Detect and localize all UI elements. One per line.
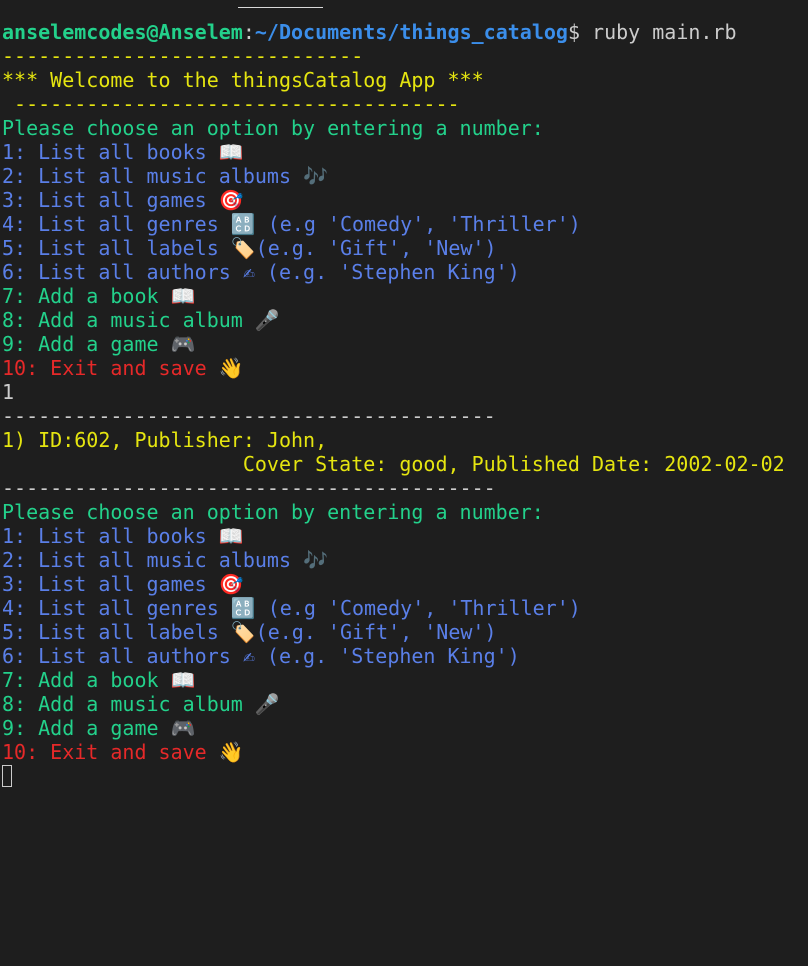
prompt-separator: :	[242, 20, 255, 44]
divider-result-bottom: ----------------------------------------…	[2, 476, 496, 500]
divider-top: ------------------------------	[2, 44, 364, 68]
command-prompt-line: anselemcodes@Anselem:~/Documents/things_…	[2, 20, 808, 44]
menu-item-list-albums: 2: List all music albums 🎶	[2, 548, 328, 572]
menu-item-list-authors: 6: List all authors ✍ (e.g. 'Stephen Kin…	[2, 260, 520, 284]
menu-item-exit: 10: Exit and save 👋	[2, 740, 244, 764]
menu-item-list-genres: 4: List all genres 🔠 (e.g 'Comedy', 'Thr…	[2, 212, 581, 236]
result-line-2: Cover State: good, Published Date: 2002-…	[2, 452, 785, 476]
menu-item-add-book: 7: Add a book 📖	[2, 284, 196, 308]
menu-item-add-album: 8: Add a music album 🎤	[2, 692, 280, 716]
result-line-1: 1) ID:602, Publisher: John,	[2, 428, 328, 452]
divider-welcome: -------------------------------------	[2, 92, 460, 116]
menu-item-add-game: 9: Add a game 🎮	[2, 332, 196, 356]
prompt-path: ~/Documents/things_catalog	[254, 20, 568, 44]
menu-item-exit: 10: Exit and save 👋	[2, 356, 244, 380]
menu-item-list-genres: 4: List all genres 🔠 (e.g 'Comedy', 'Thr…	[2, 596, 581, 620]
prompt-symbol: $	[567, 20, 593, 44]
menu-item-list-albums: 2: List all music albums 🎶	[2, 164, 328, 188]
menu-item-list-books: 1: List all books 📖	[2, 140, 244, 164]
divider-result-top: ----------------------------------------…	[2, 404, 496, 428]
prompt-command: ruby main.rb	[592, 20, 737, 44]
menu-item-add-game: 9: Add a game 🎮	[2, 716, 196, 740]
menu-block-1: Please choose an option by entering a nu…	[2, 116, 808, 380]
input-line[interactable]	[2, 764, 808, 788]
menu-item-list-authors: 6: List all authors ✍ (e.g. 'Stephen Kin…	[2, 644, 520, 668]
menu-item-list-labels: 5: List all labels 🏷️(e.g. 'Gift', 'New'…	[2, 620, 497, 644]
menu-item-add-book: 7: Add a book 📖	[2, 668, 196, 692]
menu-item-list-labels: 5: List all labels 🏷️(e.g. 'Gift', 'New'…	[2, 236, 497, 260]
user-input-echo: 1	[2, 380, 15, 404]
scroll-indicator	[238, 7, 323, 8]
menu-item-list-games: 3: List all games 🎯	[2, 188, 244, 212]
menu-item-add-album: 8: Add a music album 🎤	[2, 308, 280, 332]
menu-block-2: Please choose an option by entering a nu…	[2, 500, 808, 764]
menu-header: Please choose an option by entering a nu…	[2, 116, 544, 140]
menu-item-list-books: 1: List all books 📖	[2, 524, 244, 548]
menu-header: Please choose an option by entering a nu…	[2, 500, 544, 524]
menu-item-list-games: 3: List all games 🎯	[2, 572, 244, 596]
terminal-output[interactable]: anselemcodes@Anselem:~/Documents/things_…	[2, 20, 808, 788]
prompt-user: anselemcodes@Anselem	[2, 20, 243, 44]
welcome-banner: *** Welcome to the thingsCatalog App ***	[2, 68, 484, 92]
text-cursor[interactable]	[2, 765, 12, 787]
